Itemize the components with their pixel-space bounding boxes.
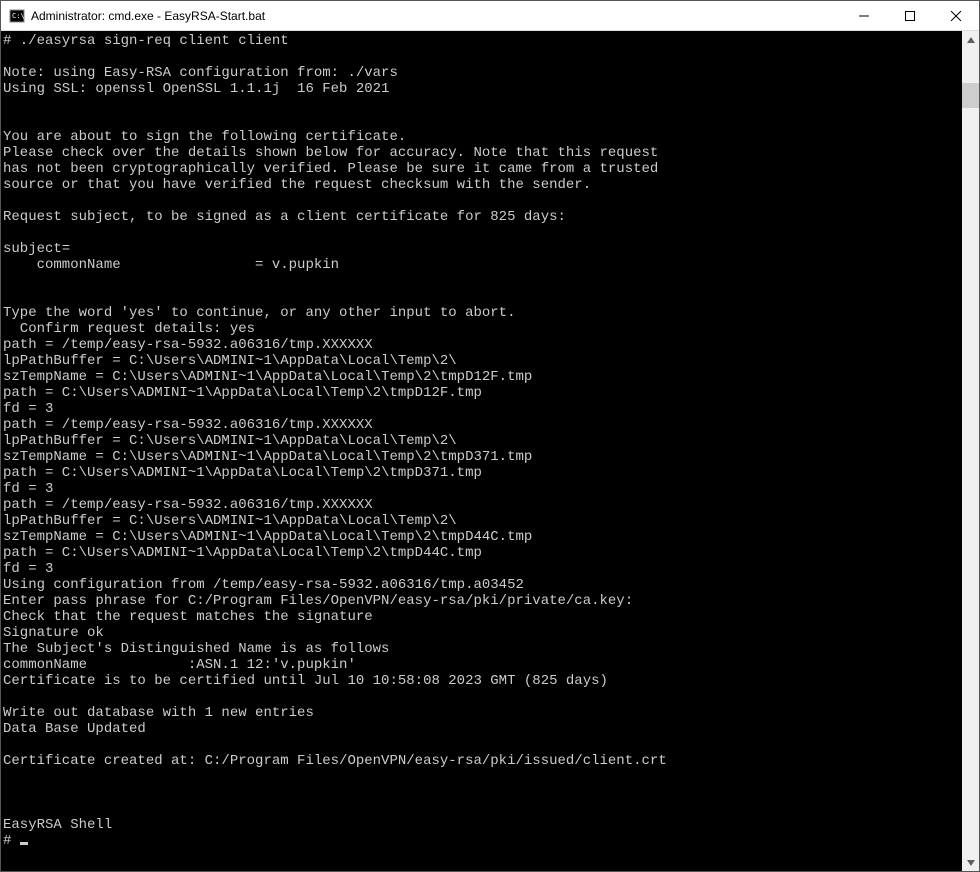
cmd-icon: C:\ — [9, 8, 25, 24]
scroll-up-button[interactable] — [962, 31, 979, 48]
maximize-button[interactable] — [887, 1, 933, 30]
window-title: Administrator: cmd.exe - EasyRSA-Start.b… — [31, 9, 841, 23]
scroll-down-button[interactable] — [962, 854, 979, 871]
scrollbar[interactable] — [962, 31, 979, 871]
terminal-output[interactable]: # ./easyrsa sign-req client client Note:… — [1, 31, 962, 871]
close-button[interactable] — [933, 1, 979, 30]
terminal-area: # ./easyrsa sign-req client client Note:… — [1, 31, 979, 871]
scroll-thumb[interactable] — [962, 83, 979, 108]
window-controls — [841, 1, 979, 30]
svg-text:C:\: C:\ — [12, 12, 25, 20]
scroll-track[interactable] — [962, 48, 979, 854]
cursor — [20, 842, 28, 845]
minimize-button[interactable] — [841, 1, 887, 30]
application-window: C:\ Administrator: cmd.exe - EasyRSA-Sta… — [0, 0, 980, 872]
titlebar[interactable]: C:\ Administrator: cmd.exe - EasyRSA-Sta… — [1, 1, 979, 31]
